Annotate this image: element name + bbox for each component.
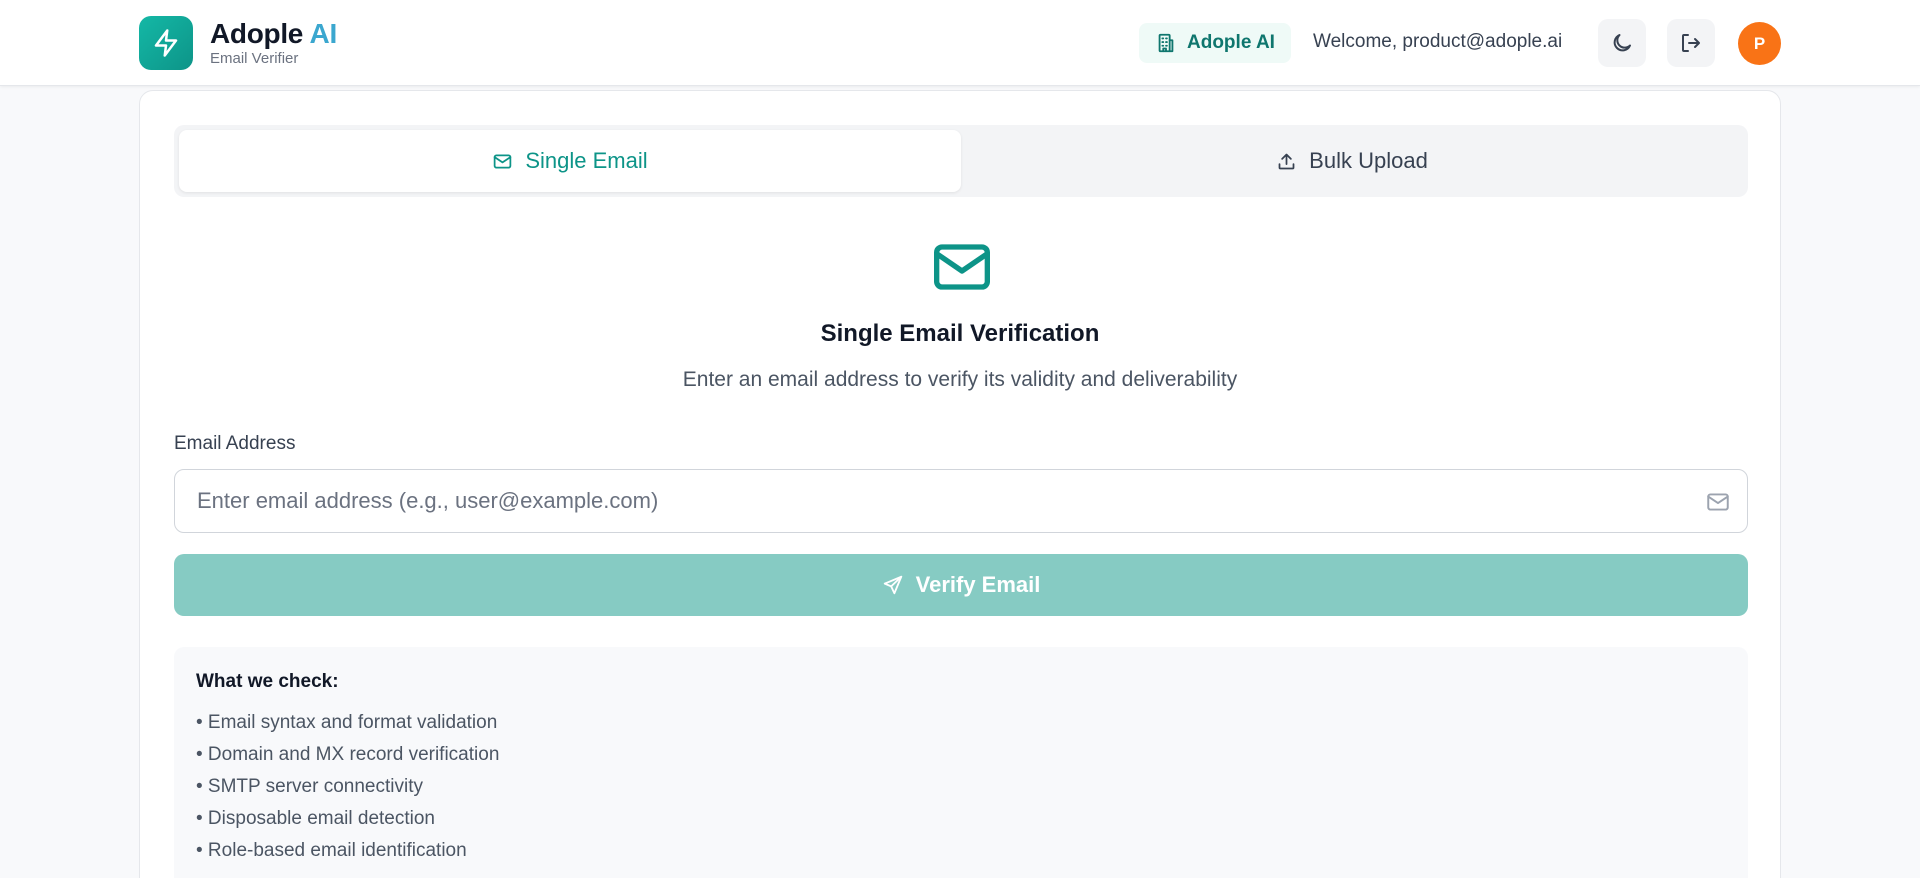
list-item: • Disposable email detection — [196, 808, 436, 829]
building-icon — [1158, 33, 1174, 53]
brand-ai: AI — [309, 18, 338, 49]
mode-tabs: Single Email Bulk Upload — [174, 125, 1748, 197]
mail-icon — [1707, 493, 1729, 511]
verify-email-label: Verify Email — [915, 572, 1041, 597]
welcome-text: Welcome, product@adople.ai — [1313, 31, 1563, 52]
brand-subtitle: Email Verifier — [210, 50, 299, 67]
checks-title: What we check: — [196, 671, 339, 692]
page-title: Single Email Verification — [820, 320, 1100, 347]
organization-badge[interactable]: Adople AI — [1139, 23, 1291, 63]
checks-panel: What we check: • Email syntax and format… — [174, 647, 1748, 878]
tab-label: Bulk Upload — [1309, 148, 1428, 173]
brand-title: Adople AI — [210, 18, 337, 50]
lightning-icon — [154, 29, 178, 57]
tab-bulk-upload[interactable]: Bulk Upload — [961, 130, 1743, 192]
send-icon — [883, 575, 902, 595]
organization-label: Adople AI — [1187, 32, 1275, 53]
upload-icon — [1278, 153, 1295, 169]
list-item: • Role-based email identification — [196, 840, 467, 861]
mail-icon — [494, 154, 512, 168]
moon-icon — [1613, 34, 1631, 52]
list-item: • Email syntax and format validation — [196, 712, 498, 733]
tab-single-email[interactable]: Single Email — [179, 130, 961, 192]
email-field — [174, 469, 1748, 533]
logo[interactable] — [139, 16, 193, 70]
page-subtitle: Enter an email address to verify its val… — [682, 368, 1238, 391]
tab-label: Single Email — [525, 148, 648, 173]
brand: Adople AI Email Verifier — [210, 18, 337, 68]
logout-button[interactable] — [1667, 19, 1715, 67]
theme-toggle-button[interactable] — [1598, 19, 1646, 67]
email-field-label: Email Address — [174, 433, 296, 454]
verify-email-button[interactable]: Verify Email — [174, 554, 1748, 616]
verifier-card: Single Email Bulk Upload Single Email Ve… — [139, 90, 1781, 878]
mail-icon — [934, 244, 990, 290]
logout-icon — [1682, 34, 1700, 52]
email-input[interactable] — [175, 470, 1747, 532]
avatar[interactable]: P — [1738, 22, 1781, 65]
list-item: • SMTP server connectivity — [196, 776, 423, 797]
top-header: Adople AI Email Verifier Adople AI Welco… — [0, 0, 1920, 86]
list-item: • Domain and MX record verification — [196, 744, 500, 765]
brand-name: Adople — [210, 18, 304, 49]
